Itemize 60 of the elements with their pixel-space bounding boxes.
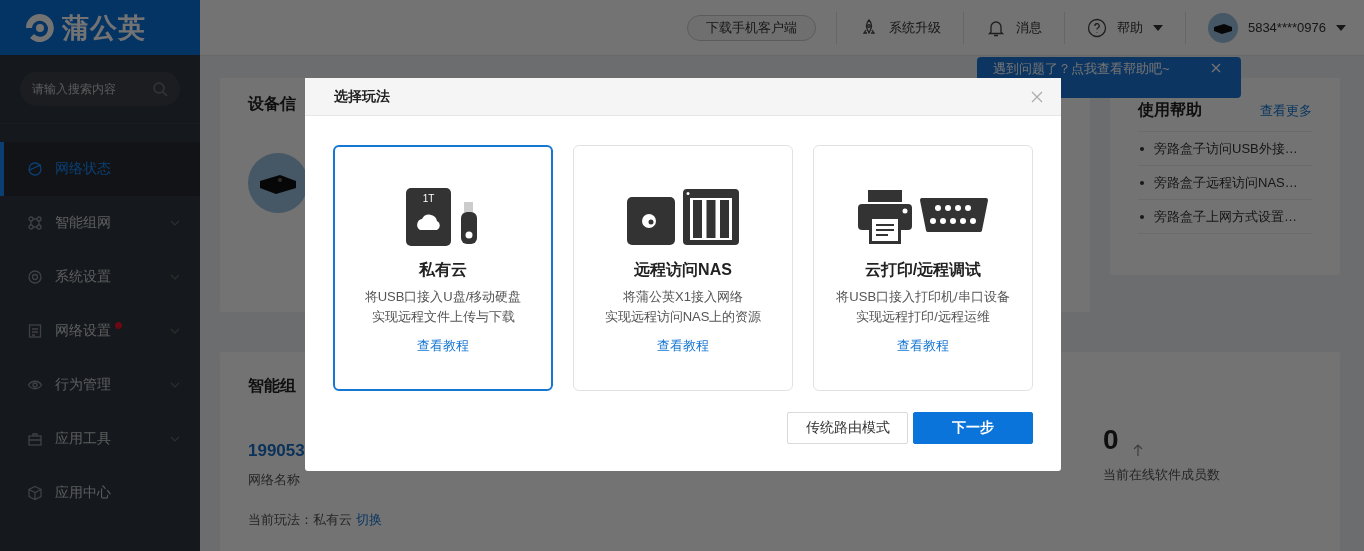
nas-drive-icon — [627, 188, 739, 246]
tutorial-link[interactable]: 查看教程 — [657, 337, 709, 355]
option-card[interactable]: 1T 私有云 将USB口接入U盘/移动硬盘 实现远程文件上传与下载 查看教程 — [333, 145, 553, 391]
see-more-link[interactable]: 查看更多 — [1260, 101, 1312, 120]
card-title: 设备信 — [248, 94, 296, 114]
option-title: 远程访问NAS — [634, 260, 732, 280]
dialog-title: 选择玩法 — [334, 87, 390, 106]
option-card[interactable]: 云打印/远程调试 将USB口接入打印机/串口设备 实现远程打印/远程运维 查看教程 — [813, 145, 1033, 391]
caret-icon — [1336, 24, 1346, 31]
sidebar-item[interactable]: 网络设置 — [0, 304, 200, 358]
option-description: 将USB口接入U盘/移动硬盘 — [364, 288, 522, 306]
toolbar-item[interactable]: 消息 — [963, 17, 1064, 38]
option-description: 实现远程打印/远程运维 — [856, 308, 990, 326]
option-card[interactable]: 远程访问NAS 将蒲公英X1接入网络 实现远程访问NAS上的资源 查看教程 — [573, 145, 793, 391]
nodes-icon — [27, 215, 43, 231]
help-article-link[interactable]: 旁路盒子上网方式设置… — [1138, 200, 1312, 234]
download-app-button[interactable]: 下载手机客户端 — [686, 14, 816, 41]
card-title: 智能组 — [248, 376, 296, 396]
sidebar-item[interactable]: 系统设置 — [0, 250, 200, 304]
option-description: 将蒲公英X1接入网络 — [623, 288, 743, 306]
printer-icon — [858, 188, 988, 246]
sidebar-item[interactable]: 应用工具 — [0, 412, 200, 466]
up-arrow-icon — [1132, 444, 1143, 456]
next-button[interactable]: 下一步 — [913, 412, 1033, 444]
user-menu[interactable]: 5834****0976 — [1185, 12, 1346, 43]
help-icon — [1086, 17, 1107, 38]
toolbar-item[interactable]: 帮助 — [1064, 17, 1185, 38]
cube-icon — [27, 485, 43, 501]
tutorial-link[interactable]: 查看教程 — [417, 337, 469, 355]
network-name-label: 网络名称 — [248, 471, 300, 489]
help-article-link[interactable]: 旁路盒子远程访问NAS… — [1138, 166, 1312, 200]
document-icon — [27, 323, 43, 339]
option-title: 私有云 — [419, 260, 467, 280]
card-title: 使用帮助 — [1138, 100, 1202, 120]
tooltip-text: 遇到问题了？点我查看帮助吧~ — [993, 60, 1170, 78]
option-description: 实现远程访问NAS上的资源 — [604, 308, 762, 326]
router-icon — [248, 153, 308, 213]
search-icon — [152, 81, 168, 97]
sidebar-item[interactable]: 应用中心 — [0, 466, 200, 520]
sidebar-item[interactable]: 行为管理 — [0, 358, 200, 412]
close-icon[interactable] — [1031, 90, 1043, 103]
network-id: 199053 — [248, 441, 305, 461]
logo-icon — [24, 11, 56, 44]
current-mode-text: 当前玩法：私有云 — [248, 511, 352, 529]
globe-icon — [27, 161, 43, 177]
option-description: 将USB口接入打印机/串口设备 — [836, 288, 1010, 306]
router-mode-button[interactable]: 传统路由模式 — [787, 412, 908, 444]
option-title: 云打印/远程调试 — [864, 260, 982, 280]
toolbar-item[interactable]: 系统升级 — [836, 17, 963, 38]
brand-name: 蒲公英 — [62, 11, 146, 45]
tutorial-link[interactable]: 查看教程 — [897, 337, 949, 355]
help-article-link[interactable]: 旁路盒子访问USB外接… — [1138, 132, 1312, 166]
option-description: 实现远程文件上传与下载 — [371, 308, 515, 326]
briefcase-icon — [27, 431, 43, 447]
sidebar-item[interactable]: 智能组网 — [0, 196, 200, 250]
online-members-label: 当前在线软件成员数 — [1103, 466, 1220, 484]
online-count: 0 — [1103, 424, 1119, 456]
avatar-icon — [1207, 12, 1238, 43]
gear-icon — [27, 269, 43, 285]
switch-link[interactable]: 切换 — [356, 511, 382, 529]
